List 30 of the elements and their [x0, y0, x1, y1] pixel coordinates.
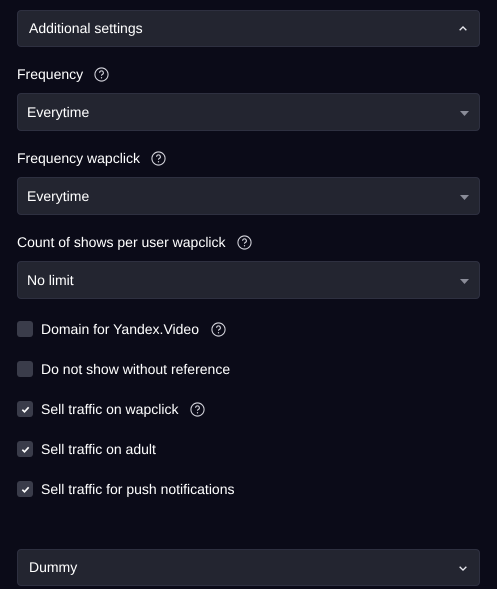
section-header[interactable]: Additional settings [17, 10, 480, 47]
checkbox[interactable] [17, 361, 33, 377]
help-icon[interactable] [94, 66, 110, 82]
checkbox[interactable] [17, 401, 33, 417]
checkmark-icon [20, 484, 30, 494]
checkbox-label[interactable]: Domain for Yandex.Video [41, 318, 199, 340]
field-label: Count of shows per user wapclick [17, 232, 226, 252]
checkmark-icon [20, 404, 30, 414]
help-icon[interactable] [150, 150, 166, 166]
dropdown-arrow-icon [460, 194, 469, 200]
help-icon[interactable] [236, 234, 252, 250]
dropdown-select[interactable]: No limit [17, 261, 480, 299]
chevron-icon [458, 24, 468, 34]
checkbox-label[interactable]: Sell traffic on adult [41, 438, 156, 460]
dropdown-select[interactable]: Everytime [17, 177, 480, 215]
dropdown-arrow-icon [460, 110, 469, 116]
field-label: Frequency [17, 64, 84, 84]
field-label: Frequency wapclick [17, 148, 140, 168]
checkmark-icon [20, 444, 30, 454]
checkbox[interactable] [17, 441, 33, 457]
dropdown-select[interactable]: Everytime [17, 93, 480, 131]
help-icon[interactable] [190, 402, 206, 416]
dropdown-arrow-icon [460, 278, 469, 284]
checkbox-label[interactable]: Sell traffic on wapclick [41, 398, 178, 420]
checkbox[interactable] [17, 321, 33, 337]
checkbox[interactable] [17, 481, 33, 497]
checkbox-label[interactable]: Sell traffic for push notifications [41, 478, 235, 500]
section-header[interactable]: Dummy [17, 549, 480, 586]
checkbox-label[interactable]: Do not show without reference [41, 358, 230, 380]
help-icon[interactable] [211, 322, 226, 336]
